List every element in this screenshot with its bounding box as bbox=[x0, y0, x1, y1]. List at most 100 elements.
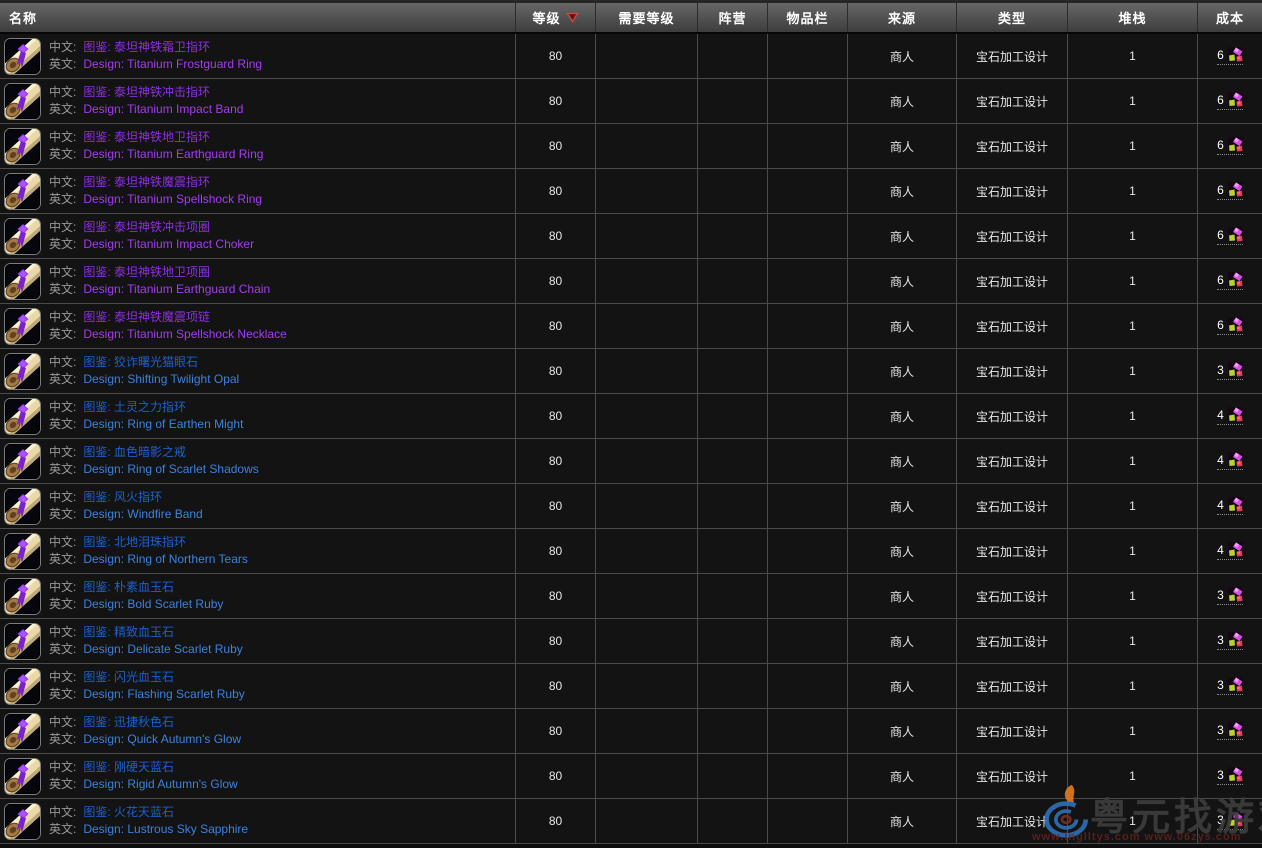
item-name-en-link[interactable]: Design: Titanium Spellshock Ring bbox=[83, 192, 262, 206]
level-cell: 80 bbox=[516, 529, 596, 573]
required-level-cell bbox=[596, 79, 698, 123]
item-name-en-link[interactable]: Design: Shifting Twilight Opal bbox=[83, 372, 239, 386]
slot-cell bbox=[768, 754, 848, 798]
cost-value[interactable]: 4 bbox=[1217, 407, 1243, 425]
item-name-en-link[interactable]: Design: Titanium Frostguard Ring bbox=[83, 57, 262, 71]
source-cell: 商人 bbox=[848, 799, 957, 843]
item-name-cn-link[interactable]: 图鉴: 狡诈曙光猫眼石 bbox=[83, 355, 198, 369]
item-name-cn-link[interactable]: 图鉴: 泰坦神铁霜卫指环 bbox=[83, 40, 210, 54]
item-name-en-link[interactable]: Design: Ring of Earthen Might bbox=[83, 417, 243, 431]
column-header-stack[interactable]: 堆栈 bbox=[1068, 3, 1198, 32]
item-scroll-icon[interactable] bbox=[4, 353, 41, 390]
item-scroll-icon[interactable] bbox=[4, 758, 41, 795]
sort-descending-icon bbox=[566, 12, 579, 23]
item-scroll-icon[interactable] bbox=[4, 128, 41, 165]
item-name-cn-link[interactable]: 图鉴: 闪光血玉石 bbox=[83, 670, 174, 684]
item-name-en-link[interactable]: Design: Rigid Autumn's Glow bbox=[83, 777, 237, 791]
cost-value[interactable]: 6 bbox=[1217, 182, 1243, 200]
cost-value[interactable]: 3 bbox=[1217, 767, 1243, 785]
column-header-faction[interactable]: 阵营 bbox=[698, 3, 768, 32]
table-body: 中文:图鉴: 泰坦神铁霜卫指环 英文:Design: Titanium Fros… bbox=[0, 34, 1262, 844]
cost-value[interactable]: 4 bbox=[1217, 542, 1243, 560]
column-header-cost[interactable]: 成本 bbox=[1198, 3, 1262, 32]
cost-value[interactable]: 6 bbox=[1217, 317, 1243, 335]
cost-value[interactable]: 4 bbox=[1217, 452, 1243, 470]
item-name-cn-link[interactable]: 图鉴: 精致血玉石 bbox=[83, 625, 174, 639]
cost-value[interactable]: 3 bbox=[1217, 812, 1243, 830]
column-header-source[interactable]: 来源 bbox=[848, 3, 957, 32]
cost-value[interactable]: 6 bbox=[1217, 227, 1243, 245]
item-name-cn-link[interactable]: 图鉴: 泰坦神铁魔震指环 bbox=[83, 175, 210, 189]
item-scroll-icon[interactable] bbox=[4, 623, 41, 660]
table-row: 中文:图鉴: 血色暗影之戒 英文:Design: Ring of Scarlet… bbox=[0, 439, 1262, 484]
item-scroll-icon[interactable] bbox=[4, 443, 41, 480]
required-level-cell bbox=[596, 619, 698, 663]
item-name-cn-link[interactable]: 图鉴: 火花天蓝石 bbox=[83, 805, 174, 819]
item-name-en-link[interactable]: Design: Ring of Scarlet Shadows bbox=[83, 462, 258, 476]
level-cell: 80 bbox=[516, 124, 596, 168]
item-scroll-icon[interactable] bbox=[4, 578, 41, 615]
item-scroll-icon[interactable] bbox=[4, 533, 41, 570]
item-name-en-link[interactable]: Design: Titanium Earthguard Chain bbox=[83, 282, 270, 296]
item-scroll-icon[interactable] bbox=[4, 398, 41, 435]
item-scroll-icon[interactable] bbox=[4, 488, 41, 525]
cost-number: 4 bbox=[1217, 543, 1224, 557]
item-name-en-link[interactable]: Design: Windfire Band bbox=[83, 507, 202, 521]
cost-value[interactable]: 3 bbox=[1217, 587, 1243, 605]
item-name-en-link[interactable]: Design: Quick Autumn's Glow bbox=[83, 732, 241, 746]
cost-value[interactable]: 6 bbox=[1217, 272, 1243, 290]
cost-value[interactable]: 6 bbox=[1217, 92, 1243, 110]
item-scroll-icon[interactable] bbox=[4, 308, 41, 345]
item-name-en-link[interactable]: Design: Ring of Northern Tears bbox=[83, 552, 248, 566]
item-name-en-link[interactable]: Design: Titanium Impact Choker bbox=[83, 237, 254, 251]
cost-value[interactable]: 3 bbox=[1217, 722, 1243, 740]
required-level-cell bbox=[596, 304, 698, 348]
item-scroll-icon[interactable] bbox=[4, 83, 41, 120]
item-name-en-line: 英文:Design: Bold Scarlet Ruby bbox=[49, 596, 223, 613]
column-header-level[interactable]: 等级 bbox=[516, 3, 596, 32]
column-header-slot[interactable]: 物品栏 bbox=[768, 3, 848, 32]
cost-value[interactable]: 3 bbox=[1217, 677, 1243, 695]
item-name-cn-link[interactable]: 图鉴: 血色暗影之戒 bbox=[83, 445, 186, 459]
item-scroll-icon[interactable] bbox=[4, 38, 41, 75]
column-header-required-level[interactable]: 需要等级 bbox=[596, 3, 698, 32]
item-name-en-link[interactable]: Design: Titanium Impact Band bbox=[83, 102, 243, 116]
cost-value[interactable]: 6 bbox=[1217, 137, 1243, 155]
column-header-name[interactable]: 名称 bbox=[0, 3, 516, 32]
item-name-cn-link[interactable]: 图鉴: 泰坦神铁地卫项圈 bbox=[83, 265, 210, 279]
item-name-en-link[interactable]: Design: Delicate Scarlet Ruby bbox=[83, 642, 242, 656]
source-cell: 商人 bbox=[848, 349, 957, 393]
column-header-type[interactable]: 类型 bbox=[957, 3, 1068, 32]
item-name-en-link[interactable]: Design: Bold Scarlet Ruby bbox=[83, 597, 223, 611]
item-name-cn-link[interactable]: 图鉴: 泰坦神铁魔震项链 bbox=[83, 310, 210, 324]
item-name-cn-link[interactable]: 图鉴: 迅捷秋色石 bbox=[83, 715, 174, 729]
cost-value[interactable]: 3 bbox=[1217, 362, 1243, 380]
item-scroll-icon[interactable] bbox=[4, 803, 41, 840]
item-scroll-icon[interactable] bbox=[4, 668, 41, 705]
item-name-cn-link[interactable]: 图鉴: 风火指环 bbox=[83, 490, 162, 504]
cost-number: 4 bbox=[1217, 453, 1224, 467]
item-scroll-icon[interactable] bbox=[4, 263, 41, 300]
item-name-cn-link[interactable]: 图鉴: 泰坦神铁冲击指环 bbox=[83, 85, 210, 99]
item-name-en-link[interactable]: Design: Titanium Earthguard Ring bbox=[83, 147, 263, 161]
item-scroll-icon[interactable] bbox=[4, 713, 41, 750]
cost-value[interactable]: 3 bbox=[1217, 632, 1243, 650]
item-name-en-link[interactable]: Design: Flashing Scarlet Ruby bbox=[83, 687, 244, 701]
item-name-cn-link[interactable]: 图鉴: 泰坦神铁冲击项圈 bbox=[83, 220, 210, 234]
item-name-cn-link[interactable]: 图鉴: 刚硬天蓝石 bbox=[83, 760, 174, 774]
item-name-en-link[interactable]: Design: Lustrous Sky Sapphire bbox=[83, 822, 248, 836]
item-name-cn-link[interactable]: 图鉴: 土灵之力指环 bbox=[83, 400, 186, 414]
item-scroll-icon[interactable] bbox=[4, 218, 41, 255]
level-cell: 80 bbox=[516, 484, 596, 528]
item-name-cn-line: 中文:图鉴: 风火指环 bbox=[49, 489, 203, 506]
item-name-en-link[interactable]: Design: Titanium Spellshock Necklace bbox=[83, 327, 286, 341]
item-scroll-icon[interactable] bbox=[4, 173, 41, 210]
faction-cell bbox=[698, 259, 768, 303]
item-name-cn-link[interactable]: 图鉴: 泰坦神铁地卫指环 bbox=[83, 130, 210, 144]
cost-value[interactable]: 6 bbox=[1217, 47, 1243, 65]
cost-value[interactable]: 4 bbox=[1217, 497, 1243, 515]
item-name-cn-link[interactable]: 图鉴: 北地泪珠指环 bbox=[83, 535, 186, 549]
item-name-cn-line: 中文:图鉴: 北地泪珠指环 bbox=[49, 534, 248, 551]
item-name-cn-link[interactable]: 图鉴: 朴素血玉石 bbox=[83, 580, 174, 594]
en-label: 英文: bbox=[49, 327, 76, 341]
